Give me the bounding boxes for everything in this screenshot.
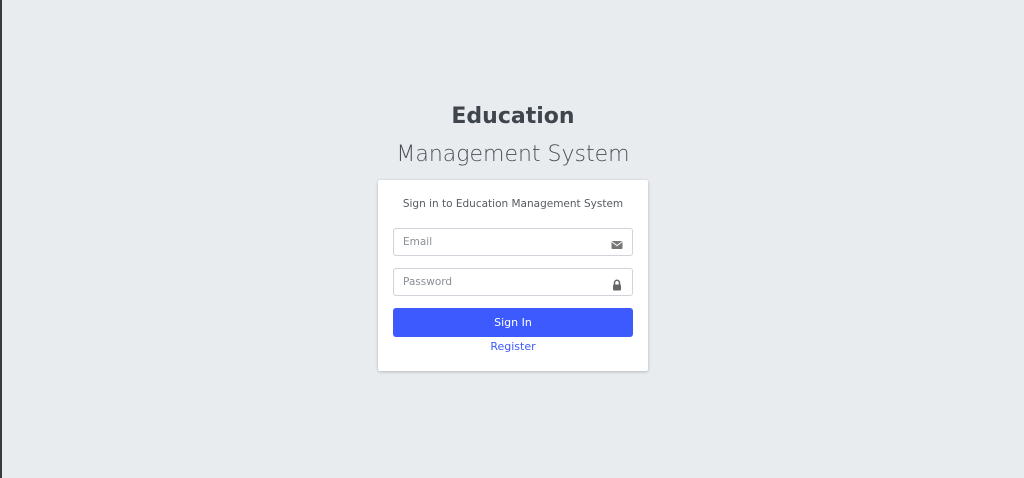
app-title-bold: Education bbox=[451, 104, 575, 129]
app-title-rest: Management System bbox=[396, 142, 630, 167]
password-input[interactable] bbox=[394, 269, 612, 295]
email-field-group bbox=[393, 228, 633, 256]
lock-icon bbox=[611, 276, 623, 291]
sign-in-button[interactable]: Sign In bbox=[393, 308, 633, 337]
login-box: Education Management System Sign in to E… bbox=[378, 98, 648, 371]
email-input[interactable] bbox=[394, 229, 612, 255]
window-left-border bbox=[0, 0, 2, 478]
login-message: Sign in to Education Management System bbox=[402, 198, 624, 210]
login-card: Sign in to Education Management System S… bbox=[378, 180, 648, 371]
app-title: Education Management System bbox=[378, 98, 648, 174]
password-field-group bbox=[393, 268, 633, 296]
envelope-icon bbox=[611, 236, 623, 249]
register-link[interactable]: Register bbox=[393, 340, 633, 354]
